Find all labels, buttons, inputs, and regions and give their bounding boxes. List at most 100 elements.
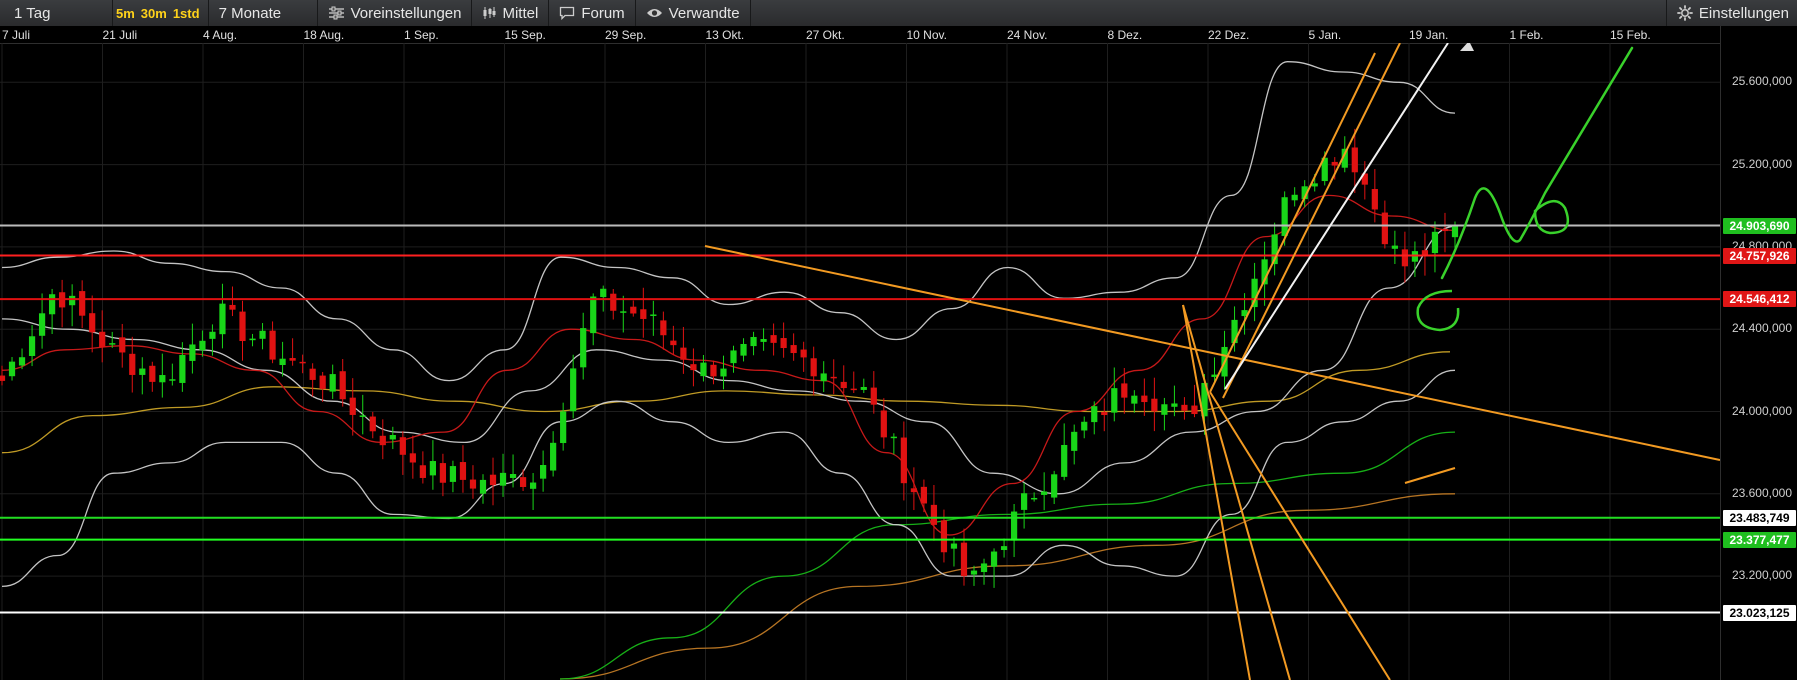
candle-up bbox=[479, 479, 487, 494]
candle-up bbox=[359, 415, 366, 417]
candle-up bbox=[600, 288, 607, 298]
marker-triangle-icon bbox=[1460, 43, 1474, 51]
candle-down bbox=[1141, 395, 1148, 403]
candle-up bbox=[1021, 493, 1028, 510]
candle-down bbox=[830, 376, 837, 379]
candle-up bbox=[980, 563, 988, 573]
candle-up bbox=[509, 474, 517, 478]
candle-down bbox=[309, 368, 316, 380]
candle-down bbox=[1351, 147, 1358, 173]
related-button[interactable]: Verwandte bbox=[636, 0, 751, 26]
candle-up bbox=[1071, 431, 1078, 451]
candle-down bbox=[800, 349, 807, 358]
range-label: 7 Monate bbox=[218, 4, 282, 22]
price-tag: 23.377,477 bbox=[1723, 531, 1796, 548]
presets-button[interactable]: Voreinstellungen bbox=[318, 0, 473, 26]
candle-down bbox=[439, 463, 447, 483]
trendline-orange bbox=[1222, 43, 1401, 399]
trendline-orange bbox=[1182, 304, 1251, 680]
time-label: 27 Okt. bbox=[806, 28, 845, 42]
candle-down bbox=[89, 313, 96, 333]
interval-30m-label: 30m bbox=[140, 5, 167, 21]
price-tag: 24.757,926 bbox=[1723, 247, 1796, 264]
candle-up bbox=[1451, 226, 1459, 238]
candle-up bbox=[8, 361, 16, 377]
candle-down bbox=[770, 335, 777, 343]
candle-up bbox=[620, 311, 627, 313]
candle-down bbox=[119, 337, 126, 353]
time-label: 15 Sep. bbox=[504, 28, 546, 42]
period-selector[interactable]: 1 Tag bbox=[0, 0, 113, 26]
candle-down bbox=[399, 437, 406, 455]
candle-up bbox=[1051, 474, 1058, 498]
candle-down bbox=[419, 465, 426, 478]
candle-down bbox=[129, 353, 136, 375]
freehand-circle bbox=[1533, 200, 1570, 235]
candle-down bbox=[660, 320, 667, 336]
candle-up bbox=[69, 295, 76, 306]
candle-up bbox=[970, 570, 978, 575]
candle-up bbox=[1281, 197, 1288, 236]
candle-down bbox=[1441, 229, 1449, 232]
speech-bubble-icon bbox=[560, 6, 575, 20]
candle-down bbox=[409, 453, 416, 463]
candle-down bbox=[960, 542, 968, 577]
candle-down bbox=[1331, 161, 1338, 166]
interval-1std-button[interactable]: 1std bbox=[170, 0, 209, 26]
candle-up bbox=[1391, 245, 1398, 249]
candle-up bbox=[1431, 231, 1439, 254]
eye-icon bbox=[646, 9, 662, 17]
candle-up bbox=[529, 482, 537, 489]
candle-down bbox=[1371, 189, 1378, 210]
time-label: 29 Sep. bbox=[605, 28, 647, 42]
candle-up bbox=[1161, 404, 1168, 415]
settings-label: Einstellungen bbox=[1698, 4, 1789, 22]
forum-button[interactable]: Forum bbox=[549, 0, 636, 26]
candles-icon bbox=[483, 7, 496, 19]
range-selector[interactable]: 7 Monate bbox=[209, 0, 318, 26]
candle-down bbox=[680, 347, 687, 360]
candle-up bbox=[570, 368, 577, 412]
candle-up bbox=[259, 330, 266, 339]
price-label: 24.000,000 bbox=[1731, 403, 1792, 418]
candle-up bbox=[720, 368, 727, 377]
candle-up bbox=[1081, 421, 1088, 431]
candle-up bbox=[199, 340, 206, 351]
candle-up bbox=[580, 328, 587, 368]
candle-up bbox=[860, 386, 867, 390]
time-label: 18 Aug. bbox=[303, 28, 345, 42]
candle-up bbox=[169, 379, 176, 381]
candle-down bbox=[469, 479, 477, 489]
price-tag: 24.903,690 bbox=[1723, 217, 1796, 234]
time-label: 7 Juli bbox=[2, 28, 31, 42]
settings-button[interactable]: Einstellungen bbox=[1665, 0, 1797, 26]
candle-up bbox=[109, 343, 116, 345]
interval-30m-button[interactable]: 30m bbox=[138, 0, 170, 26]
candlestick-chart[interactable] bbox=[0, 43, 1720, 680]
candle-up bbox=[159, 375, 166, 383]
candle-up bbox=[18, 357, 26, 366]
candle-down bbox=[149, 365, 156, 382]
interval-5m-button[interactable]: 5m bbox=[113, 0, 138, 26]
candle-down bbox=[1191, 405, 1198, 415]
candle-down bbox=[459, 462, 467, 480]
time-label: 1 Feb. bbox=[1509, 28, 1544, 42]
candle-down bbox=[690, 364, 697, 371]
time-axis: 7 Juli 21 Juli 4 Aug. 18 Aug. 1 Sep. 15 Sep. 2… bbox=[0, 26, 1720, 44]
freehand-circle-small bbox=[1416, 289, 1460, 332]
candle-up bbox=[750, 336, 757, 347]
candle-down bbox=[630, 306, 637, 314]
candle-down bbox=[880, 410, 887, 438]
candle-up bbox=[540, 465, 547, 479]
candle-down bbox=[299, 361, 306, 364]
candle-down bbox=[640, 309, 647, 319]
candle-up bbox=[650, 314, 657, 316]
candle-down bbox=[1101, 411, 1108, 416]
indicator-button[interactable]: Mittel bbox=[472, 0, 550, 26]
time-label: 10 Nov. bbox=[906, 28, 947, 42]
candle-down bbox=[379, 435, 386, 446]
candle-down bbox=[289, 358, 296, 361]
interval-1std-label: 1std bbox=[172, 5, 200, 21]
user-drawings bbox=[704, 43, 1720, 680]
